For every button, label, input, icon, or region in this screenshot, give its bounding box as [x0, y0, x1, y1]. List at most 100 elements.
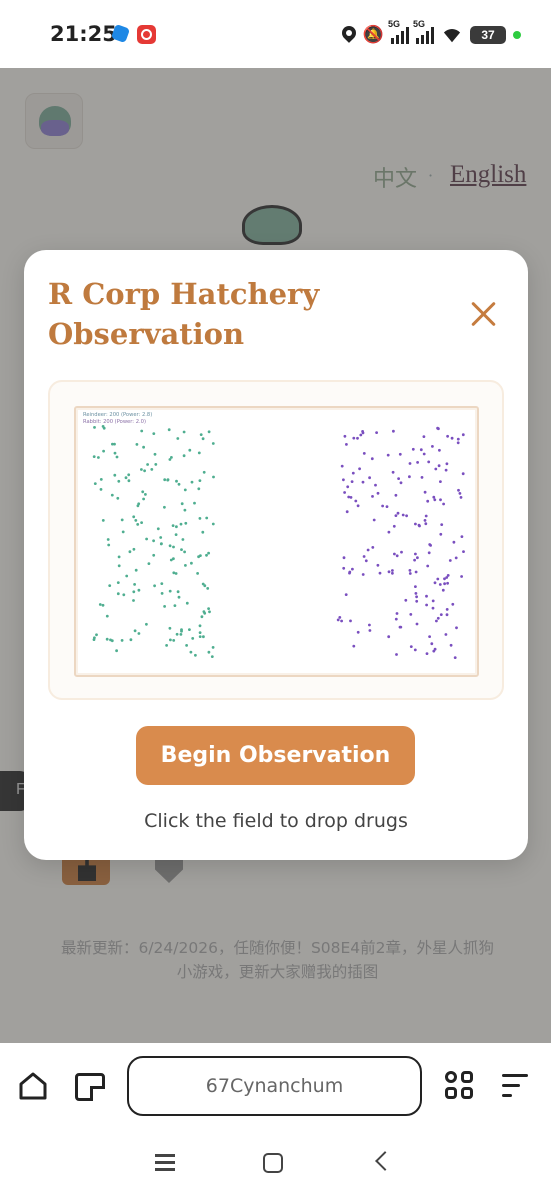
reindeer-dot — [117, 564, 121, 568]
reindeer-dot — [102, 449, 105, 453]
battery-icon: 37 — [470, 26, 506, 44]
rabbit-dot — [414, 552, 417, 556]
reindeer-dot — [160, 542, 163, 545]
rabbit-dot — [352, 644, 356, 648]
rabbit-dot — [414, 522, 417, 526]
reindeer-dot — [98, 603, 102, 606]
rabbit-dot — [395, 653, 398, 656]
reindeer-dot — [190, 561, 193, 565]
rabbit-dot — [361, 430, 364, 433]
reindeer-dot — [110, 493, 114, 497]
rabbit-dot — [378, 571, 382, 575]
reindeer-dot — [180, 629, 183, 633]
reindeer-dot — [211, 442, 215, 445]
hatchery-modal: R Corp Hatchery Observation Reindeer: 20… — [24, 250, 528, 860]
rabbit-dot — [354, 499, 358, 503]
reindeer-dot — [92, 455, 96, 458]
reindeer-dot — [125, 574, 129, 578]
begin-observation-button[interactable]: Begin Observation — [136, 726, 415, 785]
rabbit-dot — [394, 493, 398, 497]
rabbit-dot — [439, 613, 443, 616]
rabbit-dot — [415, 595, 418, 599]
rabbit-dot — [422, 452, 426, 456]
rabbit-dot — [425, 594, 428, 598]
rabbit-dot — [336, 618, 340, 622]
recents-icon[interactable] — [155, 1154, 175, 1172]
rabbit-dot — [448, 559, 452, 562]
rabbit-dot — [444, 633, 448, 636]
reindeer-dot — [116, 592, 120, 596]
music-app-icon — [137, 25, 156, 44]
rabbit-dot — [368, 629, 372, 632]
url-bar[interactable]: 67Cynanchum — [127, 1056, 422, 1116]
reindeer-dot — [145, 537, 148, 541]
rabbit-dot — [456, 441, 460, 445]
status-bar: 21:25 🔕 5G 5G 37 — [0, 0, 551, 68]
reindeer-dot — [140, 521, 143, 524]
rabbit-dot — [395, 554, 399, 558]
reindeer-dot — [194, 653, 197, 657]
reindeer-dot — [116, 581, 120, 584]
reindeer-dot — [102, 426, 106, 430]
modal-title: R Corp Hatchery Observation — [48, 277, 320, 351]
close-icon[interactable] — [470, 300, 498, 328]
rabbit-dot — [454, 556, 458, 560]
rabbit-dot — [439, 480, 442, 483]
reindeer-dot — [173, 604, 177, 607]
rabbit-dot — [428, 635, 431, 638]
reindeer-dot — [153, 584, 156, 588]
home-icon[interactable] — [18, 1071, 48, 1101]
tabs-icon[interactable] — [75, 1073, 105, 1101]
reindeer-dot — [197, 555, 200, 559]
rabbit-dot — [432, 649, 436, 653]
field-frame: Reindeer: 200 (Power: 2.8) Rabbit: 200 (… — [48, 380, 504, 700]
reindeer-dot — [211, 522, 215, 526]
home-nav-icon[interactable] — [263, 1153, 283, 1173]
reindeer-dot — [99, 478, 103, 481]
rabbit-dot — [371, 546, 375, 549]
rabbit-dot — [343, 491, 346, 494]
back-icon[interactable] — [375, 1151, 395, 1171]
rabbit-dot — [394, 617, 398, 621]
reindeer-dot — [120, 518, 124, 522]
rabbit-dot — [361, 573, 365, 576]
reindeer-dot — [133, 583, 136, 586]
rabbit-dot — [376, 563, 380, 567]
rabbit-dot — [408, 475, 411, 479]
rabbit-dot — [426, 564, 430, 568]
reindeer-dot — [191, 637, 195, 640]
reindeer-dot — [141, 490, 145, 494]
menu-icon[interactable] — [502, 1074, 530, 1098]
reindeer-dot — [135, 443, 139, 446]
reindeer-dot — [182, 454, 186, 458]
rabbit-dot — [436, 577, 440, 581]
reindeer-dot — [201, 582, 205, 586]
reindeer-dot — [152, 432, 156, 435]
rabbit-dot — [401, 513, 405, 517]
reindeer-dot — [137, 588, 141, 592]
rabbit-dot — [425, 603, 428, 607]
rabbit-dot — [416, 461, 419, 464]
reindeer-dot — [110, 639, 114, 643]
reindeer-dot — [168, 544, 172, 548]
rabbit-stat: Rabbit: 200 (Power: 2.0) — [83, 419, 146, 425]
rabbit-dot — [342, 556, 346, 560]
observation-field[interactable]: Reindeer: 200 (Power: 2.8) Rabbit: 200 (… — [74, 406, 479, 677]
rabbit-dot — [458, 492, 462, 495]
rabbit-dot — [423, 519, 427, 522]
reindeer-dot — [144, 493, 147, 496]
rabbit-dot — [405, 514, 408, 518]
reindeer-dot — [177, 595, 181, 599]
reindeer-stat: Reindeer: 200 (Power: 2.8) — [83, 412, 153, 418]
reindeer-dot — [163, 478, 167, 482]
field-hint: Click the field to drop drugs — [144, 810, 408, 832]
rabbit-dot — [430, 642, 434, 646]
rabbit-dot — [416, 556, 419, 560]
apps-icon[interactable] — [445, 1071, 475, 1101]
signal-icon-2: 5G — [413, 19, 434, 44]
reindeer-dot — [128, 550, 132, 554]
rabbit-dot — [362, 555, 366, 558]
rabbit-dot — [424, 514, 428, 518]
reindeer-dot — [137, 632, 141, 635]
rabbit-dot — [356, 630, 360, 634]
